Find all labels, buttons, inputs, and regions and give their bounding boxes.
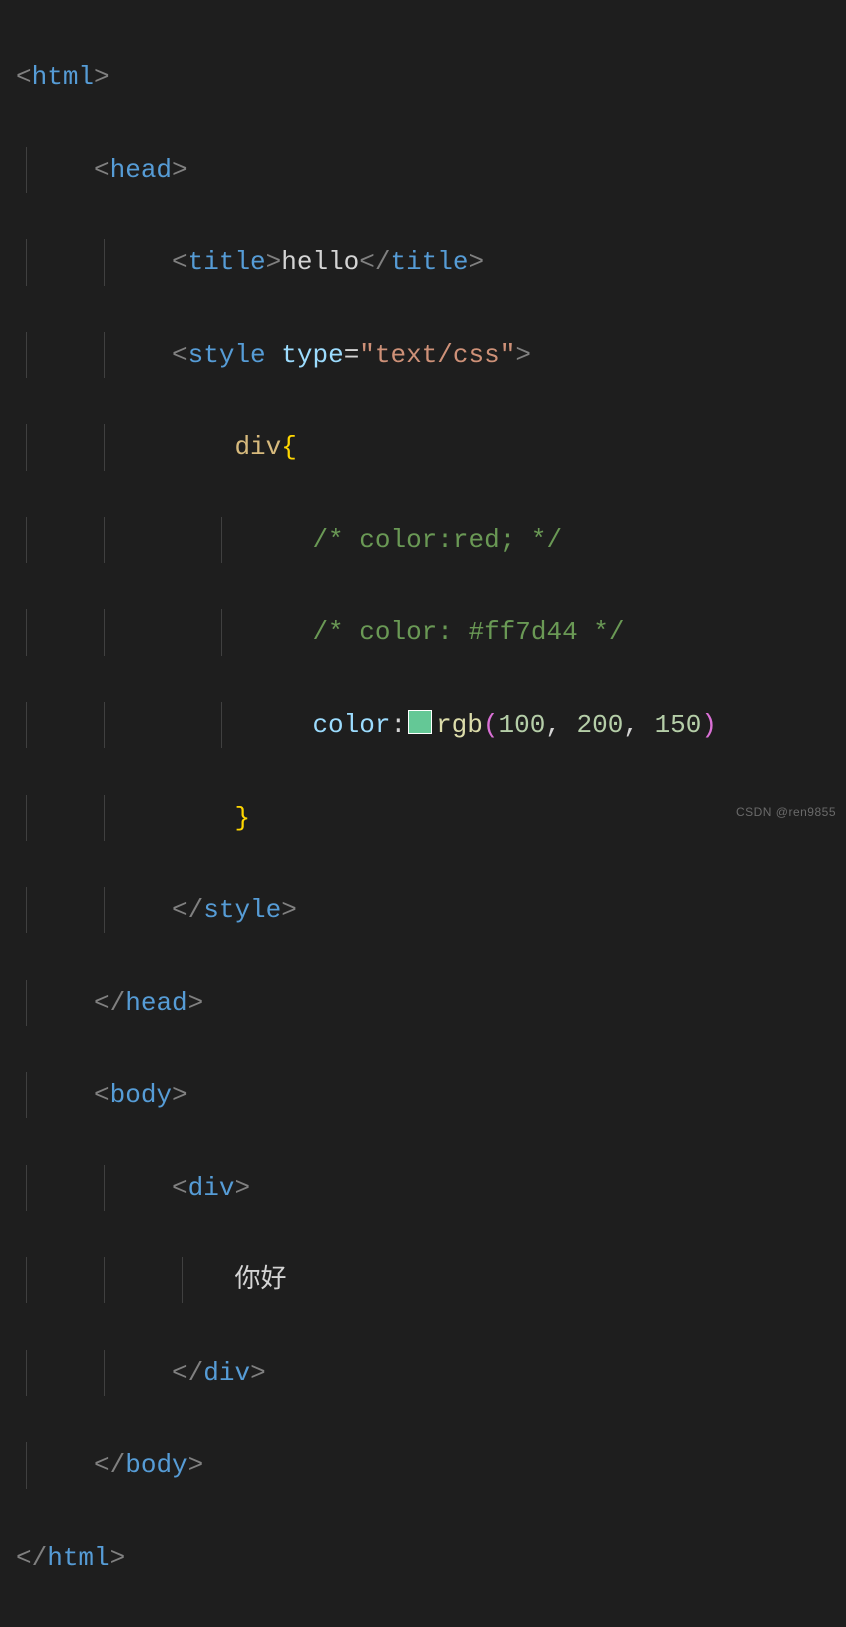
attr-value: "text/css" [359,340,515,370]
code-line: </html> [16,1535,846,1581]
tag-body: body [110,1080,172,1110]
code-line: <style type="text/css"> [16,332,846,378]
code-line: /* color: #ff7d44 */ [16,609,846,655]
css-selector: div [234,432,281,462]
num: 100 [499,710,546,740]
div-text: 你好 [234,1265,286,1295]
code-line: /* color:red; */ [16,517,846,563]
css-comment: /* color:red; */ [312,525,562,555]
code-line: color:rgb(100, 200, 150) [16,702,846,748]
tag-html: html [32,62,94,92]
tag-div: div [188,1173,235,1203]
code-line: <head> [16,147,846,193]
css-comment: /* color: #ff7d44 */ [312,617,624,647]
css-func: rgb [436,710,483,740]
code-line: <title>hello</title> [16,239,846,285]
code-line: </body> [16,1442,846,1488]
num: 200 [577,710,624,740]
brace-close: } [234,803,250,833]
title-text: hello [281,247,359,277]
tag-style: style [188,340,266,370]
code-line: div{ [16,424,846,470]
watermark: CSDN @ren9855 [736,802,836,823]
code-line: </style> [16,887,846,933]
code-line: </div> [16,1350,846,1396]
code-line: <body> [16,1072,846,1118]
color-swatch-icon [408,710,432,734]
code-line: <div> [16,1165,846,1211]
css-prop: color [312,710,390,740]
code-block: <html> <head> <title>hello</title> <styl… [0,0,846,1627]
code-line: </head> [16,980,846,1026]
code-line: } [16,795,846,841]
tag-head: head [110,155,172,185]
tag-title: title [188,247,266,277]
brace-open: { [281,432,297,462]
attr-type: type [281,340,343,370]
num: 150 [655,710,702,740]
code-line: <html> [16,54,846,100]
code-line: 你好 [16,1257,846,1303]
